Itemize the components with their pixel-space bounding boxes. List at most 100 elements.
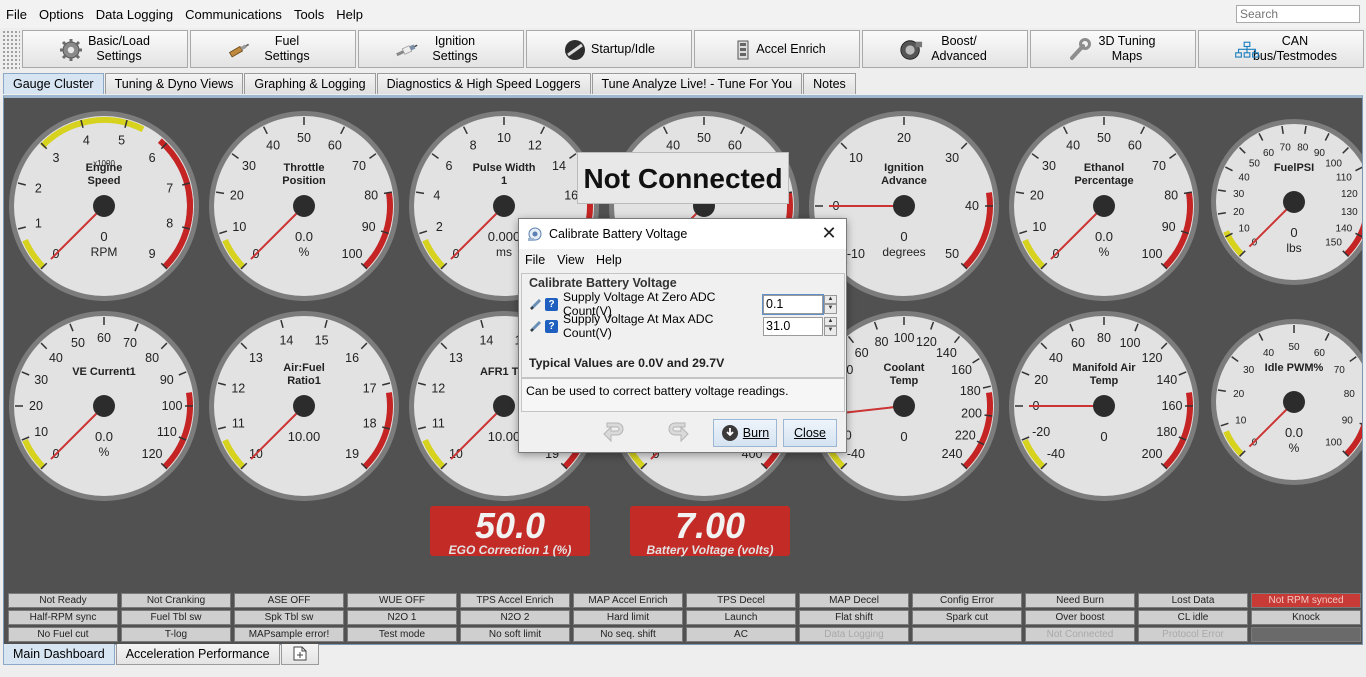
gauge-tick-label: 30 (945, 151, 959, 165)
gauge-tick-label: 80 (364, 188, 378, 202)
spin-up-icon[interactable]: ▲ (824, 316, 837, 326)
gauge[interactable]: 0102030405060708090100110120VE Current10… (9, 311, 199, 501)
tab-acceleration-performance[interactable]: Acceleration Performance (115, 644, 280, 665)
gauge-title: 1 (501, 175, 507, 187)
gauge[interactable]: 0102030405060708090100ThrottlePosition0.… (209, 111, 399, 301)
gauge[interactable]: 0102030405060708090100Idle PWM%0.0% (1211, 319, 1362, 485)
menu-help[interactable]: Help (330, 7, 369, 22)
toolbar-label: Fuel (274, 34, 300, 48)
gauge-tick-label: 60 (855, 346, 869, 360)
status-indicator: CL idle (1138, 610, 1248, 625)
startup-idle-button[interactable]: Startup/Idle (526, 30, 692, 68)
accel-icon (731, 39, 755, 61)
gauge-tick-label: 60 (328, 138, 342, 152)
gauge-hub (493, 395, 515, 417)
menu-file[interactable]: File (0, 7, 33, 22)
gauge-tick-label: 10 (1239, 223, 1251, 234)
toolbar-label: Settings (96, 49, 142, 63)
gauge-tick-label: 110 (157, 425, 177, 439)
spin-down-icon[interactable]: ▼ (824, 326, 837, 336)
gauge-tick-label: 30 (1243, 365, 1255, 376)
tab-tuning-dyno-views[interactable]: Tuning & Dyno Views (104, 73, 244, 94)
dialog-menu-file[interactable]: File (519, 253, 551, 267)
max-adc-voltage-input[interactable] (763, 316, 823, 336)
gauge-tick-label: 20 (29, 399, 43, 413)
gauge-tick-label: 100 (342, 247, 363, 261)
gauge-value: 0 (100, 229, 107, 244)
close-button[interactable]: Close (783, 419, 837, 447)
gauge-tick-label: 10 (34, 425, 48, 439)
gauge-tick-label: 2 (35, 181, 42, 195)
gauge-title: Advance (881, 175, 927, 187)
gauge[interactable]: 10111213141516171819Air:FuelRatio110.00 (209, 311, 399, 501)
spin-down-icon[interactable]: ▼ (824, 304, 837, 314)
gauge-tick-label: 8 (166, 217, 173, 231)
burn-button[interactable]: Burn (713, 419, 777, 447)
status-indicator: Not RPM synced (1251, 593, 1361, 608)
gauge-value: 0.0 (1095, 229, 1113, 244)
edit-pen-icon[interactable] (529, 297, 543, 311)
redo-icon[interactable] (665, 419, 691, 445)
gauge-title: Engine (86, 162, 123, 174)
gauge-units: lbs (1286, 241, 1301, 255)
dialog-menu-help[interactable]: Help (590, 253, 628, 267)
close-icon[interactable]: ✕ (820, 224, 838, 242)
gauge-tick-label: 10 (232, 220, 246, 234)
tab-tune-analyze-live[interactable]: Tune Analyze Live! - Tune For You (591, 73, 803, 94)
dialog-title-bar[interactable]: Calibrate Battery Voltage ✕ (519, 219, 846, 249)
gauge[interactable]: -40 -20 0 2040 60 80 100120 140 160 180 200 Manifol… (1009, 311, 1199, 501)
gauge[interactable]: 0102030405060708090100EthanolPercentage0… (1009, 111, 1199, 301)
ignition-settings-button[interactable]: Ignition Settings (358, 30, 524, 68)
3d-tuning-maps-button[interactable]: 3D Tuning Maps (1030, 30, 1196, 68)
tab-diagnostics[interactable]: Diagnostics & High Speed Loggers (376, 73, 591, 94)
boost-advanced-button[interactable]: Boost/Advanced (862, 30, 1028, 68)
tab-notes[interactable]: Notes (803, 73, 856, 94)
new-dashboard-tab[interactable] (280, 644, 319, 665)
gauge-tick-label: 100 (162, 399, 183, 413)
edit-pen-icon[interactable] (529, 319, 543, 333)
gauge[interactable]: 0 10 20 30 40 5060 70 80 90100 110 120 130 140 150 Fue… (1211, 119, 1362, 285)
menu-tools[interactable]: Tools (288, 7, 330, 22)
gauge[interactable]: 0123456789x1000EngineSpeed0RPM (9, 111, 199, 301)
search-input[interactable] (1236, 5, 1360, 23)
tab-graphing-logging[interactable]: Graphing & Logging (244, 73, 376, 94)
gauge-tick-label: 50 (697, 131, 711, 145)
battery-voltage-value: 7.00 (674, 505, 746, 546)
toolbar-label: Startup/Idle (591, 41, 655, 56)
menu-options[interactable]: Options (33, 7, 90, 22)
gauge-title: Air:Fuel (283, 362, 325, 374)
tab-gauge-cluster[interactable]: Gauge Cluster (3, 73, 104, 94)
gauge-tick-label: 1 (35, 217, 42, 231)
tab-main-dashboard[interactable]: Main Dashboard (3, 644, 115, 665)
gauge-tick-label: 80 (875, 335, 889, 349)
gauge-tick-label: 40 (1239, 173, 1251, 184)
menu-data-logging[interactable]: Data Logging (90, 7, 179, 22)
help-icon[interactable]: ? (545, 319, 558, 333)
toolbar-label: Ignition (434, 34, 476, 48)
gauge-units: degrees (882, 245, 925, 259)
max-adc-spinner[interactable]: ▲ ▼ (824, 316, 837, 336)
gauge-title: Ethanol (1084, 162, 1124, 174)
can-bus-testmodes-button[interactable]: CAN bus/Testmodes (1198, 30, 1364, 68)
gauge-units: RPM (91, 245, 118, 259)
undo-icon[interactable] (601, 419, 627, 445)
gauge-title: Speed (87, 175, 120, 187)
spin-up-icon[interactable]: ▲ (824, 294, 837, 304)
gauge-tick-label: 100 (1120, 336, 1141, 350)
help-icon[interactable]: ? (545, 297, 558, 311)
dialog-menu-view[interactable]: View (551, 253, 590, 267)
toolbar-grip[interactable] (2, 30, 20, 70)
gauge-tick-label: 80 (1164, 188, 1178, 202)
menu-communications[interactable]: Communications (179, 7, 288, 22)
gauge-value: 10.00 (488, 429, 521, 444)
zero-adc-spinner[interactable]: ▲ ▼ (824, 294, 837, 314)
accel-enrich-button[interactable]: Accel Enrich (694, 30, 860, 68)
status-indicator: Lost Data (1138, 593, 1248, 608)
fuel-settings-button[interactable]: Fuel Settings (190, 30, 356, 68)
basic-load-settings-button[interactable]: Basic/Load Settings (22, 30, 188, 68)
gauge-tick-label: 20 (1233, 207, 1245, 218)
gauge-tick-label: 140 (1336, 223, 1353, 234)
gauge-title: Manifold Air (1072, 362, 1136, 374)
gauge-hub (493, 195, 515, 217)
zero-adc-voltage-input[interactable] (762, 293, 824, 315)
